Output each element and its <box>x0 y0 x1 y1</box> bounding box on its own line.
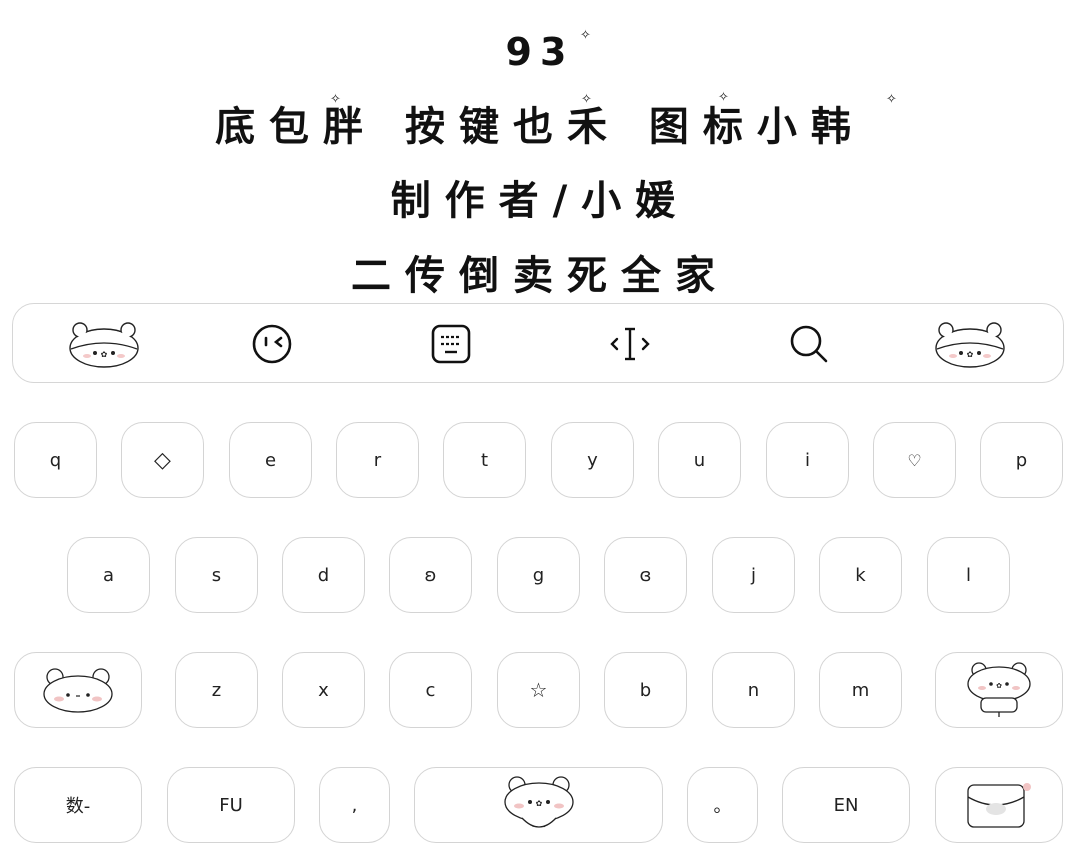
title-line-1: 93 <box>505 30 575 74</box>
key-p[interactable]: p <box>980 422 1063 498</box>
toolbar-cursor-button[interactable] <box>585 304 675 384</box>
key-a[interactable]: a <box>67 537 150 613</box>
svg-text:✿: ✿ <box>996 682 1002 690</box>
key-b[interactable]: b <box>604 652 687 728</box>
key-q[interactable]: q <box>14 422 97 498</box>
bear-backspace-icon: ✿ <box>967 662 1031 717</box>
key-d[interactable]: d <box>282 537 365 613</box>
svg-text:✿: ✿ <box>967 350 974 359</box>
heart-icon: ♡ <box>907 450 922 470</box>
key-y[interactable]: y <box>551 422 634 498</box>
backspace-key[interactable]: ✿ <box>935 652 1063 728</box>
toolbar-search-button[interactable] <box>764 304 854 384</box>
keyboard-toolbar: ✿ ✿ <box>12 303 1064 383</box>
bear-face-icon: ✿ <box>69 322 139 368</box>
key-n[interactable]: n <box>712 652 795 728</box>
toolbar-keyboard-button[interactable] <box>406 304 496 384</box>
key-m[interactable]: m <box>819 652 902 728</box>
key-u[interactable]: u <box>658 422 741 498</box>
sparkle-icon: ✧ <box>581 92 592 107</box>
key-z[interactable]: z <box>175 652 258 728</box>
key-c[interactable]: c <box>389 652 472 728</box>
comma-key[interactable]: , <box>319 767 390 843</box>
fu-key[interactable]: FU <box>167 767 295 843</box>
bear-space-icon: ✿ ~ ~ <box>503 776 574 831</box>
key-l[interactable]: l <box>927 537 1010 613</box>
key-x[interactable]: x <box>282 652 365 728</box>
space-key[interactable]: ✿ ~ ~ <box>414 767 663 843</box>
search-icon <box>790 325 828 363</box>
shift-key[interactable] <box>14 652 142 728</box>
key-s[interactable]: s <box>175 537 258 613</box>
numbers-key[interactable]: 数- <box>14 767 142 843</box>
title-line-2: 底包胖 按键也禾 图标小韩 <box>215 104 865 150</box>
key-e[interactable]: e <box>229 422 312 498</box>
keyboard-icon <box>431 324 471 364</box>
sparkle-icon: ✧ <box>718 90 729 105</box>
key-f[interactable]: ʚ <box>389 537 472 613</box>
sparkle-icon: ✧ <box>580 28 591 43</box>
key-v[interactable]: ☆ <box>497 652 580 728</box>
title-line-4: 二传倒卖死全家 <box>351 253 729 299</box>
sparkle-icon: ✧ <box>330 92 341 107</box>
bag-enter-icon <box>967 783 1031 828</box>
key-i[interactable]: i <box>766 422 849 498</box>
key-o[interactable]: ♡ <box>873 422 956 498</box>
bear-face-icon: ✿ <box>935 322 1005 368</box>
cursor-move-icon <box>610 327 650 361</box>
toolbar-emoji-button[interactable] <box>227 304 317 384</box>
key-t[interactable]: t <box>443 422 526 498</box>
toolbar-bear-button-right[interactable]: ✿ <box>925 304 1015 384</box>
star-icon: ☆ <box>529 678 548 702</box>
enter-key[interactable] <box>935 767 1063 843</box>
key-r[interactable]: r <box>336 422 419 498</box>
key-g[interactable]: g <box>497 537 580 613</box>
key-k[interactable]: k <box>819 537 902 613</box>
period-key[interactable]: 。 <box>687 767 758 843</box>
key-j[interactable]: j <box>712 537 795 613</box>
sparkle-icon: ✧ <box>886 92 897 107</box>
bear-shift-icon <box>43 668 113 713</box>
en-key[interactable]: EN <box>782 767 910 843</box>
toolbar-bear-button-left[interactable]: ✿ <box>59 304 149 384</box>
key-w[interactable]: ◇ <box>121 422 204 498</box>
key-h[interactable]: ɞ <box>604 537 687 613</box>
svg-text:✿: ✿ <box>101 350 108 359</box>
diamond-icon: ◇ <box>154 447 171 473</box>
svg-text:~ ~: ~ ~ <box>532 823 546 831</box>
svg-text:✿: ✿ <box>535 799 542 808</box>
wink-emoji-icon <box>252 324 292 364</box>
title-line-3: 制作者/小媛 <box>390 178 690 224</box>
